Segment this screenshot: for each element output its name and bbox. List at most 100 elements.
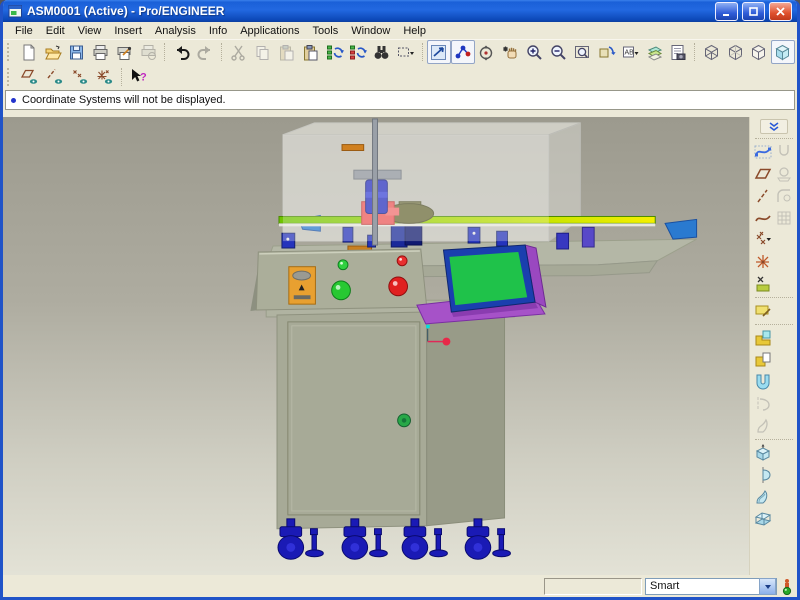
shaded-button[interactable] bbox=[771, 40, 795, 64]
main-toolbar: AB bbox=[3, 39, 797, 64]
datum-axis-button[interactable] bbox=[753, 185, 774, 207]
maximize-button[interactable] bbox=[742, 2, 765, 21]
cross-section-button[interactable] bbox=[753, 273, 774, 295]
undo-button[interactable] bbox=[169, 40, 193, 64]
minimize-button[interactable] bbox=[715, 2, 738, 21]
regenerate-custom-icon bbox=[348, 43, 367, 62]
no-hidden-button[interactable] bbox=[747, 40, 771, 64]
toolbar-grip[interactable] bbox=[7, 68, 13, 86]
hole-button[interactable] bbox=[774, 163, 795, 185]
plot-button[interactable] bbox=[113, 40, 137, 64]
assembly-cut-button[interactable] bbox=[753, 371, 774, 393]
sweep-disabled-button[interactable] bbox=[753, 415, 774, 437]
wireframe-button[interactable] bbox=[699, 40, 723, 64]
print-disabled-button[interactable] bbox=[137, 40, 161, 64]
new-file-icon bbox=[19, 43, 38, 62]
combobox-arrow-button[interactable] bbox=[759, 578, 776, 595]
regenerate-button[interactable] bbox=[322, 40, 346, 64]
toolchest-separator bbox=[755, 324, 793, 325]
paste-button[interactable] bbox=[274, 40, 298, 64]
sweep-disabled-icon bbox=[754, 417, 772, 435]
menu-analysis[interactable]: Analysis bbox=[149, 24, 202, 38]
toolchest-spacer bbox=[774, 229, 795, 251]
toolbar-separator bbox=[164, 43, 165, 61]
menu-info[interactable]: Info bbox=[203, 24, 233, 38]
selection-filter-combobox[interactable]: Smart bbox=[645, 578, 777, 595]
print-disabled-icon bbox=[139, 43, 158, 62]
hidden-line-button[interactable] bbox=[723, 40, 747, 64]
revolve-disabled-button[interactable] bbox=[753, 393, 774, 415]
menu-window[interactable]: Window bbox=[345, 24, 396, 38]
zoom-in-button[interactable] bbox=[523, 40, 547, 64]
blend-surface-button[interactable] bbox=[753, 508, 774, 530]
menu-edit[interactable]: Edit bbox=[40, 24, 71, 38]
menu-insert[interactable]: Insert bbox=[108, 24, 148, 38]
revolve-surface-button[interactable] bbox=[753, 464, 774, 486]
message-area[interactable]: Coordinate Systems will not be displayed… bbox=[5, 90, 795, 110]
layers-button[interactable] bbox=[642, 40, 666, 64]
datum-planes-toggle[interactable] bbox=[17, 65, 42, 89]
reorient-icon bbox=[597, 43, 616, 62]
datum-points-toggle[interactable] bbox=[67, 65, 92, 89]
refit-button[interactable] bbox=[570, 40, 594, 64]
datum-csys-toggle[interactable] bbox=[92, 65, 117, 89]
wireframe-icon bbox=[702, 43, 721, 62]
sketch-button[interactable] bbox=[774, 141, 795, 163]
menu-view[interactable]: View bbox=[72, 24, 108, 38]
toolbar-expand-button[interactable] bbox=[760, 119, 788, 134]
datum-curve-icon bbox=[754, 209, 772, 227]
print-button[interactable] bbox=[89, 40, 113, 64]
coordinate-system-button[interactable] bbox=[753, 251, 774, 273]
regenerate-custom-button[interactable] bbox=[346, 40, 370, 64]
copy-button[interactable] bbox=[250, 40, 274, 64]
zoom-out-button[interactable] bbox=[547, 40, 571, 64]
round-button[interactable] bbox=[774, 185, 795, 207]
menu-help[interactable]: Help bbox=[397, 24, 432, 38]
note-button[interactable] bbox=[753, 300, 774, 322]
extrude-surface-button[interactable] bbox=[753, 442, 774, 464]
title-bar[interactable]: ASM0001 (Active) - Pro/ENGINEER bbox=[3, 0, 797, 22]
redo-button[interactable] bbox=[193, 40, 217, 64]
layers-icon bbox=[645, 43, 664, 62]
cross-section-icon bbox=[754, 275, 772, 293]
toolchest-separator bbox=[755, 138, 793, 139]
selection-filter-button[interactable] bbox=[427, 40, 451, 64]
svg-text:?: ? bbox=[140, 72, 147, 84]
reorient-button[interactable] bbox=[594, 40, 618, 64]
datum-axes-toggle[interactable] bbox=[42, 65, 67, 89]
find-button[interactable] bbox=[370, 40, 394, 64]
menu-applications[interactable]: Applications bbox=[234, 24, 305, 38]
close-button[interactable] bbox=[769, 2, 792, 21]
pattern-button[interactable] bbox=[774, 207, 795, 229]
orient-mode-icon bbox=[477, 43, 496, 62]
cut-button[interactable] bbox=[226, 40, 250, 64]
menu-tools[interactable]: Tools bbox=[307, 24, 345, 38]
assemble-component-button[interactable] bbox=[753, 327, 774, 349]
sweep-surface-button[interactable] bbox=[753, 486, 774, 508]
selection-arrow-icon bbox=[429, 43, 448, 62]
toolbar-grip[interactable] bbox=[7, 43, 13, 61]
create-component-button[interactable] bbox=[753, 349, 774, 371]
new-file-button[interactable] bbox=[17, 40, 41, 64]
create-component-icon bbox=[754, 351, 772, 369]
saved-views-button[interactable]: AB bbox=[618, 40, 642, 64]
round-icon bbox=[775, 187, 793, 205]
revolve-disabled-icon bbox=[754, 395, 772, 413]
datum-curve-button[interactable] bbox=[753, 207, 774, 229]
style-curve-button[interactable] bbox=[753, 141, 774, 163]
paste-special-button[interactable] bbox=[298, 40, 322, 64]
spin-center-button[interactable] bbox=[451, 40, 475, 64]
graphics-viewport[interactable] bbox=[3, 117, 749, 575]
orient-mode-button[interactable] bbox=[475, 40, 499, 64]
context-help-button[interactable]: ? bbox=[126, 65, 151, 89]
toolchest-spacer bbox=[774, 251, 795, 273]
pan-button[interactable] bbox=[499, 40, 523, 64]
menu-file[interactable]: File bbox=[9, 24, 39, 38]
open-button[interactable] bbox=[41, 40, 65, 64]
datum-plane-button[interactable] bbox=[753, 163, 774, 185]
datum-point-button[interactable] bbox=[753, 229, 774, 251]
view-manager-button[interactable] bbox=[666, 40, 690, 64]
filter-status-icon[interactable] bbox=[780, 578, 794, 595]
save-button[interactable] bbox=[65, 40, 89, 64]
selection-box-button[interactable] bbox=[394, 40, 418, 64]
